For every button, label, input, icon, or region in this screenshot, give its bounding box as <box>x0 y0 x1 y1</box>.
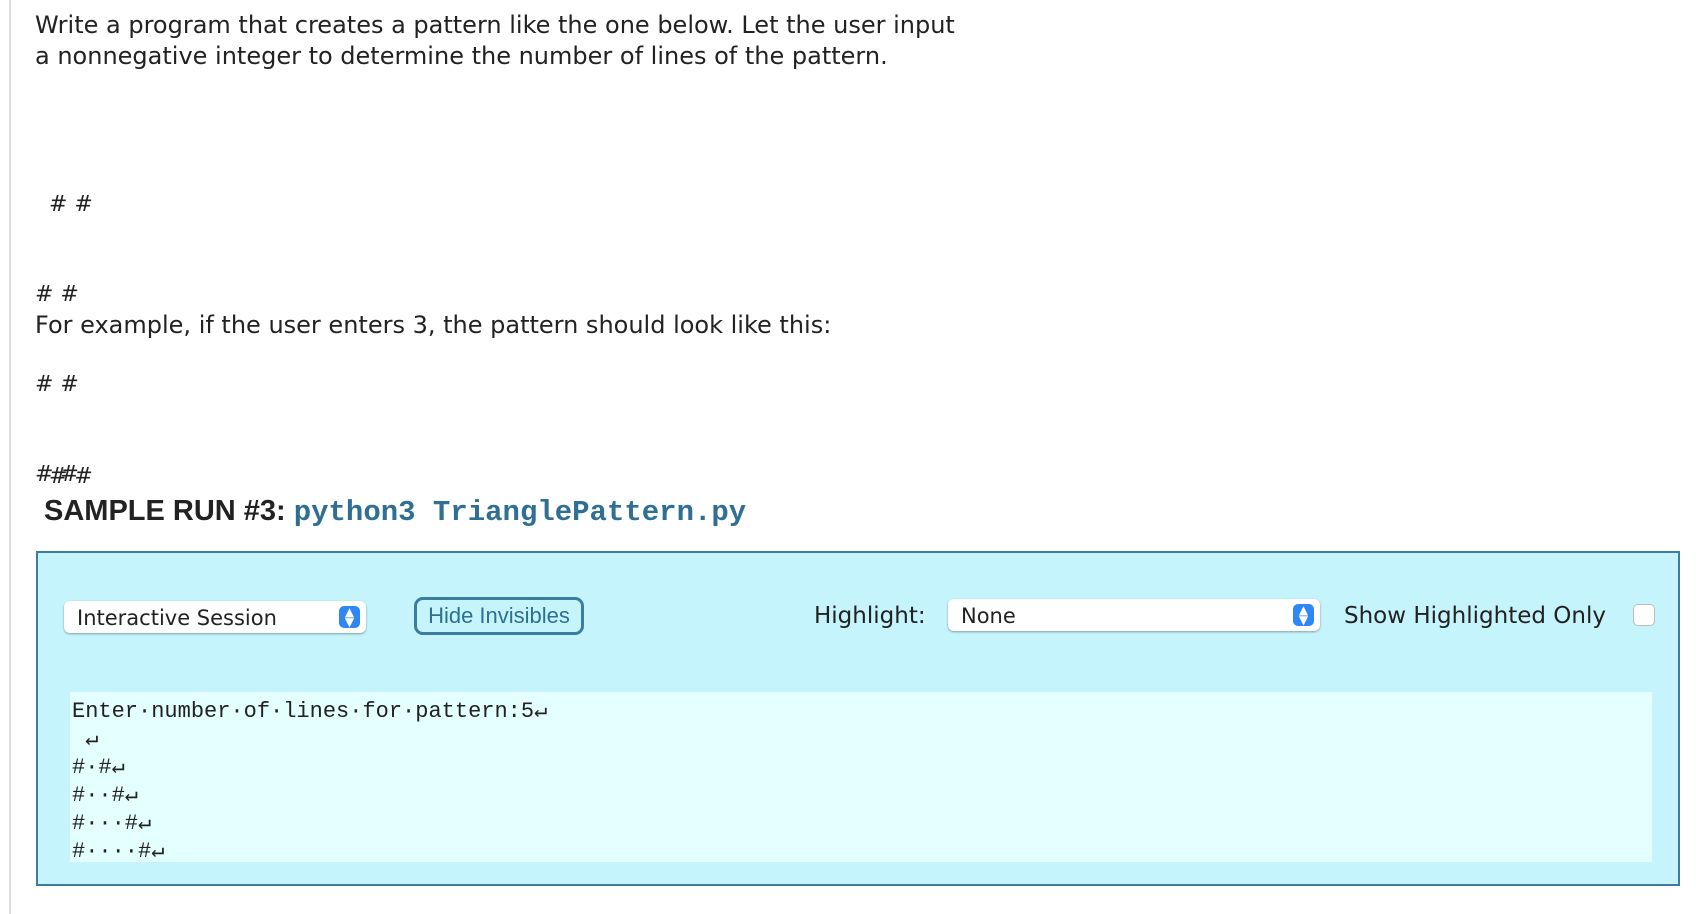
page-left-border <box>9 0 11 914</box>
sample-run-heading: SAMPLE RUN #3: python3 TrianglePattern.py <box>44 490 746 533</box>
sample-run-command: python3 TrianglePattern.py <box>293 496 747 529</box>
prompt-line-1: Write a program that creates a pattern l… <box>35 11 955 39</box>
problem-prompt: Write a program that creates a pattern l… <box>35 10 955 72</box>
highlight-select[interactable]: None ▲ ▼ <box>948 599 1320 631</box>
updown-arrows-icon: ▲ ▼ <box>339 606 360 628</box>
highlight-label: Highlight: <box>814 603 926 629</box>
pattern-line: # # <box>35 192 93 217</box>
sample-run-label: SAMPLE RUN #3: <box>44 495 286 527</box>
pattern-line: # # <box>35 372 79 397</box>
pattern-line: # # <box>35 464 93 489</box>
example-text: For example, if the user enters 3, the p… <box>35 311 832 339</box>
highlight-value: None <box>961 604 1016 628</box>
updown-arrows-icon: ▲ ▼ <box>1293 604 1314 626</box>
hide-invisibles-button[interactable]: Hide Invisibles <box>414 597 584 635</box>
output-line: Enter·number·of·lines·for·pattern:5↵ <box>72 699 548 724</box>
prompt-line-2: a nonnegative integer to determine the n… <box>35 42 888 70</box>
show-highlighted-only-checkbox[interactable] <box>1633 604 1655 626</box>
output-line: #··#↵ <box>72 783 139 808</box>
pattern-line: # # <box>35 282 79 307</box>
session-mode-select[interactable]: Interactive Session ▲ ▼ <box>64 601 366 633</box>
output-line: ↵ <box>72 727 99 752</box>
sample-run-panel: Interactive Session ▲ ▼ Hide Invisibles H… <box>36 551 1680 886</box>
session-mode-value: Interactive Session <box>77 606 277 630</box>
output-line: #····#↵ <box>72 839 165 864</box>
show-highlighted-only-label: Show Highlighted Only <box>1344 603 1606 629</box>
output-line: #·#↵ <box>72 755 125 780</box>
session-output: Enter·number·of·lines·for·pattern:5↵ ↵ #… <box>70 692 1652 864</box>
output-line: #···#↵ <box>72 811 152 836</box>
